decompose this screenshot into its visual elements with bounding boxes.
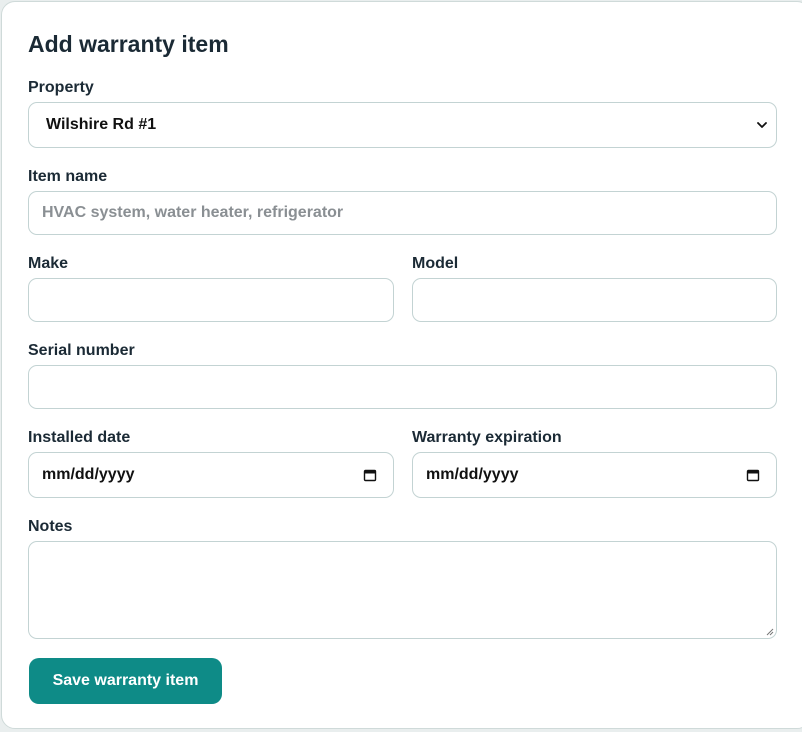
serial-number-label: Serial number	[28, 342, 135, 359]
property-selected-value: Wilshire Rd #1	[46, 116, 157, 133]
make-input[interactable]	[28, 278, 394, 322]
item-name-placeholder: HVAC system, water heater, refrigerator	[42, 204, 344, 221]
notes-label: Notes	[28, 518, 73, 535]
form-title: Add warranty item	[28, 31, 229, 57]
warranty-expiration-label: Warranty expiration	[412, 429, 562, 446]
resize-grip-icon[interactable]	[766, 628, 774, 636]
save-warranty-item-button[interactable]: Save warranty item	[29, 658, 222, 704]
item-name-input[interactable]: HVAC system, water heater, refrigerator	[28, 191, 777, 235]
warranty-expiration-input[interactable]: mm/dd/yyyy	[412, 452, 777, 498]
model-input[interactable]	[412, 278, 777, 322]
serial-number-input[interactable]	[28, 365, 777, 409]
installed-date-input[interactable]: mm/dd/yyyy	[28, 452, 394, 498]
installed-date-value: mm/dd/yyyy	[42, 466, 135, 483]
calendar-icon[interactable]	[746, 468, 760, 482]
make-label: Make	[28, 255, 69, 272]
installed-date-label: Installed date	[28, 429, 131, 446]
warranty-expiration-value: mm/dd/yyyy	[426, 466, 519, 483]
model-label: Model	[412, 255, 459, 272]
calendar-icon[interactable]	[363, 468, 377, 482]
item-name-label: Item name	[28, 168, 108, 185]
warranty-form-card: Add warranty item Property Wilshire Rd #…	[1, 1, 802, 729]
notes-textarea[interactable]	[28, 541, 777, 639]
property-select[interactable]: Wilshire Rd #1	[28, 102, 777, 148]
property-label: Property	[28, 79, 94, 96]
chevron-down-icon	[757, 122, 767, 128]
